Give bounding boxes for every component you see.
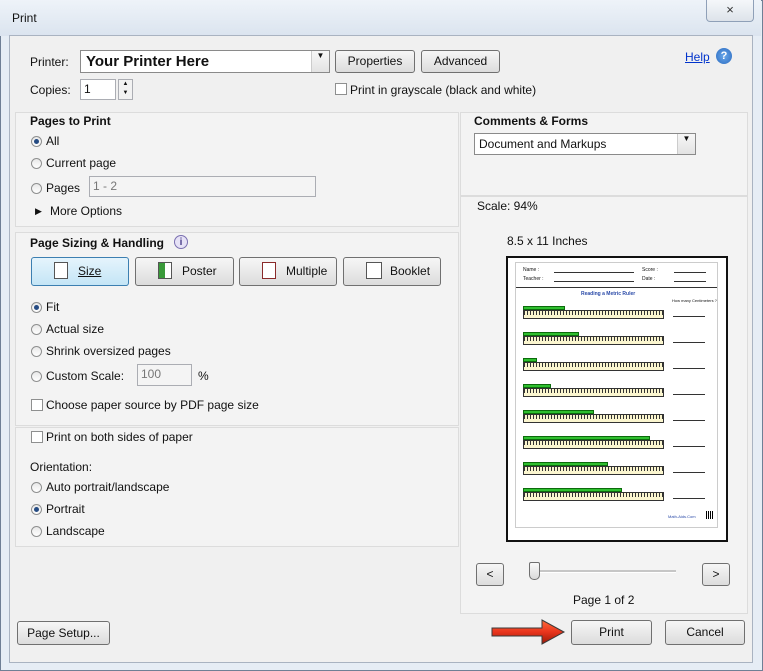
ruler — [523, 440, 664, 449]
ruler — [523, 492, 664, 501]
custom-scale-label: Custom Scale: — [46, 369, 125, 383]
paper-source-checkbox[interactable] — [31, 399, 43, 411]
pages-range-input[interactable]: 1 - 2 — [89, 176, 316, 197]
custom-scale-radio[interactable] — [31, 371, 42, 382]
current-page-label: Current page — [46, 156, 117, 170]
fit-label: Fit — [46, 300, 60, 314]
properties-button[interactable]: Properties — [335, 50, 415, 73]
percent-label: % — [198, 369, 209, 383]
ruler — [523, 336, 664, 345]
ruler — [523, 362, 664, 371]
multiple-pages-icon — [262, 262, 276, 279]
paper-size-label: 8.5 x 11 Inches — [507, 234, 588, 248]
custom-scale-input[interactable]: 100 — [137, 364, 192, 386]
both-sides-checkbox[interactable] — [31, 431, 43, 443]
close-button[interactable]: × — [706, 0, 754, 22]
copies-label: Copies: — [30, 83, 71, 97]
cancel-button[interactable]: Cancel — [665, 620, 745, 645]
answer-line — [673, 472, 705, 473]
chevron-down-icon: ▼ — [311, 51, 329, 72]
portrait-radio[interactable] — [31, 504, 42, 515]
printer-value: Your Printer Here — [86, 53, 210, 70]
next-page-button[interactable]: > — [702, 563, 730, 586]
paper-source-label: Choose paper source by PDF page size — [46, 398, 259, 412]
booklet-icon — [366, 262, 382, 279]
qr-code-icon — [706, 511, 714, 519]
title-bar — [0, 0, 761, 36]
comments-forms-select[interactable]: Document and Markups ▼ — [474, 133, 696, 155]
booklet-button[interactable]: Booklet — [343, 257, 441, 286]
actual-size-label: Actual size — [46, 322, 105, 336]
size-button[interactable]: Size — [31, 257, 129, 286]
advanced-button[interactable]: Advanced — [421, 50, 500, 73]
actual-size-radio[interactable] — [31, 324, 42, 335]
printer-select[interactable]: Your Printer Here ▼ — [80, 50, 330, 73]
shrink-oversized-radio[interactable] — [31, 346, 42, 357]
ruler-problems — [516, 263, 717, 527]
info-icon[interactable]: i — [174, 235, 188, 249]
page-sizing-heading: Page Sizing & Handling — [30, 236, 165, 250]
page-indicator: Page 1 of 2 — [573, 593, 635, 607]
prev-page-button[interactable]: < — [476, 563, 504, 586]
pages-range-radio[interactable] — [31, 183, 42, 194]
answer-line — [673, 316, 705, 317]
help-link[interactable]: Help — [685, 50, 710, 64]
page-slider-thumb[interactable] — [529, 562, 540, 580]
page-slider-track[interactable] — [530, 570, 676, 573]
print-button[interactable]: Print — [571, 620, 652, 645]
all-pages-label: All — [46, 134, 60, 148]
current-page-radio[interactable] — [31, 158, 42, 169]
answer-line — [673, 498, 705, 499]
auto-orientation-radio[interactable] — [31, 482, 42, 493]
portrait-label: Portrait — [46, 502, 85, 516]
pages-to-print-heading: Pages to Print — [30, 114, 111, 128]
scale-label: Scale: 94% — [477, 199, 538, 213]
triangle-right-icon[interactable]: ▶ — [35, 206, 42, 217]
pages-range-label: Pages — [46, 181, 81, 195]
answer-line — [673, 368, 705, 369]
ruler — [523, 414, 664, 423]
arrow-right-icon — [491, 619, 566, 645]
ruler — [523, 310, 664, 319]
ruler — [523, 388, 664, 397]
landscape-radio[interactable] — [31, 526, 42, 537]
comments-forms-heading: Comments & Forms — [474, 114, 589, 128]
copies-input[interactable]: 1 — [80, 79, 116, 100]
fit-radio[interactable] — [31, 302, 42, 313]
ws-footer: Math-Aids.Com — [668, 514, 696, 519]
answer-line — [673, 446, 705, 447]
comments-forms-value: Document and Markups — [479, 137, 607, 151]
landscape-label: Landscape — [46, 524, 105, 538]
page-setup-button[interactable]: Page Setup... — [17, 621, 110, 645]
printer-label: Printer: — [30, 55, 69, 69]
help-icon[interactable]: ? — [716, 48, 732, 64]
ruler — [523, 466, 664, 475]
multiple-button[interactable]: Multiple — [239, 257, 337, 286]
poster-button[interactable]: Poster — [135, 257, 234, 286]
chevron-down-icon: ▼ — [677, 134, 695, 154]
more-options-label[interactable]: More Options — [50, 204, 122, 218]
both-sides-label: Print on both sides of paper — [46, 430, 193, 444]
all-pages-radio[interactable] — [31, 136, 42, 147]
orientation-label: Orientation: — [30, 460, 93, 474]
answer-line — [673, 342, 705, 343]
grayscale-checkbox[interactable] — [335, 83, 347, 95]
resize-page-icon — [54, 262, 68, 279]
worksheet-sheet: Name : Teacher : Score : Date : Reading … — [515, 262, 718, 528]
copies-stepper[interactable]: ▲ ▼ — [118, 79, 133, 100]
shrink-oversized-label: Shrink oversized pages — [46, 344, 171, 358]
grayscale-label: Print in grayscale (black and white) — [350, 83, 537, 97]
answer-line — [673, 394, 705, 395]
window-title: Print — [12, 11, 37, 25]
auto-orientation-label: Auto portrait/landscape — [46, 480, 170, 494]
answer-line — [673, 420, 705, 421]
poster-icon — [158, 262, 172, 279]
